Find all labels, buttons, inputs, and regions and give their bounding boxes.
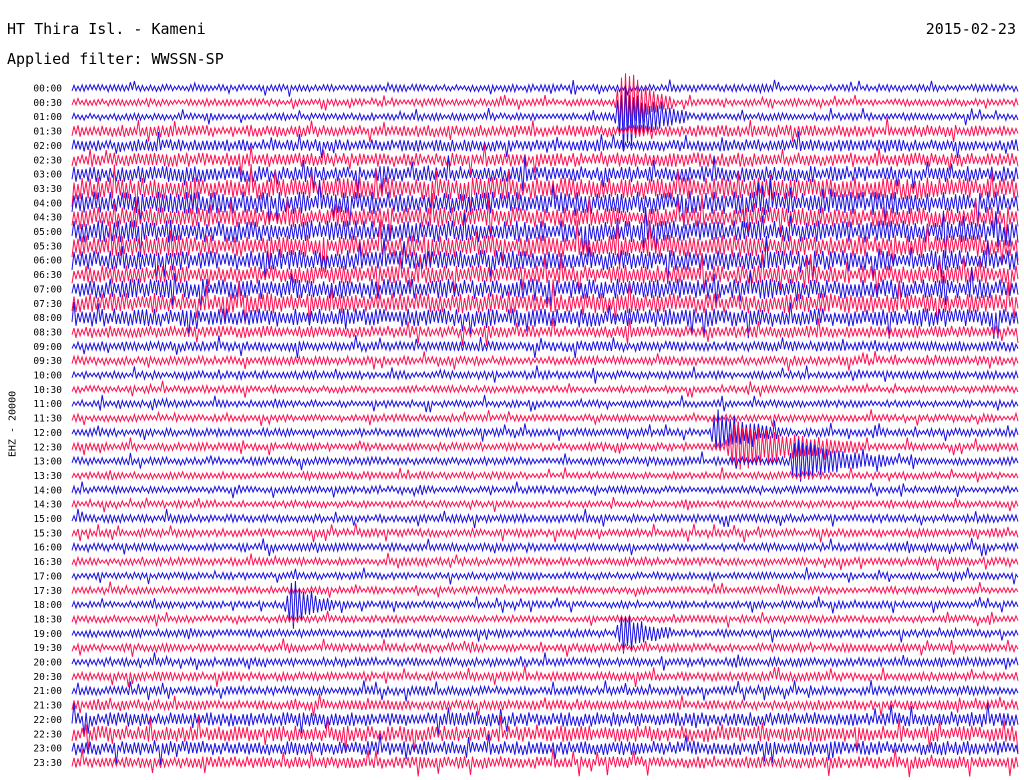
seismic-trace-2030 [71, 665, 1019, 688]
row-time-label: 12:30 [33, 442, 62, 453]
seismic-trace-0200 [71, 131, 1019, 159]
row-time-label: 06:00 [33, 256, 62, 267]
seismic-trace-1400 [71, 481, 1019, 499]
row-time-label: 23:30 [33, 758, 62, 769]
row-time-label: 08:00 [33, 313, 62, 324]
row-time-label: 22:00 [33, 715, 62, 726]
row-time-label: 13:00 [33, 457, 62, 468]
row-time-label: 10:30 [33, 385, 62, 396]
seismic-trace-0000 [71, 79, 1019, 97]
row-time-label: 05:00 [33, 227, 62, 238]
row-time-label: 14:30 [33, 500, 62, 511]
row-time-label: 12:00 [33, 428, 62, 439]
row-time-label: 04:30 [33, 213, 62, 224]
seismic-trace-1630 [71, 552, 1019, 572]
row-time-label: 21:00 [33, 686, 62, 697]
row-time-label: 22:30 [33, 729, 62, 740]
row-time-label: 18:00 [33, 600, 62, 611]
row-time-label: 16:30 [33, 557, 62, 568]
row-time-label: 02:30 [33, 155, 62, 166]
row-time-label: 17:30 [33, 586, 62, 597]
seismic-trace-1730 [71, 581, 1019, 598]
trace-group [71, 73, 1019, 778]
row-time-label: 13:30 [33, 471, 62, 482]
seismic-trace-0230 [71, 144, 1019, 176]
seismic-trace-0130 [71, 116, 1019, 143]
seismic-trace-2330 [71, 748, 1019, 778]
seismic-trace-2200 [71, 702, 1019, 736]
row-time-label: 01:30 [33, 127, 62, 138]
seismic-trace-1600 [71, 537, 1019, 557]
row-time-label: 18:30 [33, 614, 62, 625]
channel-axis-label: EHZ - 20000 [7, 390, 19, 458]
seismic-trace-1430 [71, 496, 1019, 513]
row-time-label: 00:00 [33, 84, 62, 95]
row-time-label: 03:00 [33, 170, 62, 181]
row-time-label: 01:00 [33, 112, 62, 123]
row-time-label: 15:00 [33, 514, 62, 525]
row-time-label: 11:30 [33, 414, 62, 425]
seismic-trace-1130 [71, 409, 1019, 427]
seismic-trace-1030 [71, 380, 1019, 398]
seismic-trace-1330 [71, 467, 1019, 483]
row-time-label: 05:30 [33, 241, 62, 252]
helicorder-plot: 00:00 00:30 01:00 01:30 02:00 02:30 03:00 03:30… [33, 73, 1019, 778]
row-time-label: 09:00 [33, 342, 62, 353]
seismic-trace-2000 [71, 652, 1019, 671]
seismic-trace-1000 [71, 365, 1019, 384]
row-time-label: 00:30 [33, 98, 62, 109]
row-time-label: 16:00 [33, 543, 62, 554]
row-time-label: 23:00 [33, 744, 62, 755]
seismic-trace-1500 [71, 508, 1019, 529]
row-time-label: 08:30 [33, 327, 62, 338]
row-time-label: 17:00 [33, 571, 62, 582]
row-time-label: 09:30 [33, 356, 62, 367]
seismic-trace-1530 [71, 523, 1019, 543]
row-time-label: 07:30 [33, 299, 62, 310]
row-time-label: 02:00 [33, 141, 62, 152]
seismic-trace-0500 [71, 206, 1019, 259]
row-time-label: 03:30 [33, 184, 62, 195]
row-time-label: 19:00 [33, 629, 62, 640]
seismic-trace-1100 [71, 394, 1019, 413]
row-time-label: 10:00 [33, 371, 62, 382]
row-time-label: 19:30 [33, 643, 62, 654]
seismic-trace-2300 [71, 733, 1019, 765]
row-time-label: 14:00 [33, 485, 62, 496]
row-time-label: 11:00 [33, 399, 62, 410]
row-time-label: 07:00 [33, 284, 62, 295]
row-time-label: 15:30 [33, 528, 62, 539]
row-time-label: 04:00 [33, 198, 62, 209]
row-time-label: 20:00 [33, 658, 62, 669]
seismic-trace-0930 [71, 350, 1019, 371]
row-time-label: 21:30 [33, 701, 62, 712]
row-time-label: 06:30 [33, 270, 62, 281]
row-time-label: 20:30 [33, 672, 62, 683]
seismic-trace-1830 [71, 610, 1019, 628]
filter-label: Applied filter: WWSSN-SP [7, 50, 224, 68]
seismic-trace-1700 [71, 567, 1019, 585]
row-label-group: 00:00 00:30 01:00 01:30 02:00 02:30 03:00 03:30… [33, 84, 62, 769]
station-title: HT Thira Isl. - Kameni [7, 20, 206, 38]
record-date: 2015-02-23 [925, 20, 1016, 38]
